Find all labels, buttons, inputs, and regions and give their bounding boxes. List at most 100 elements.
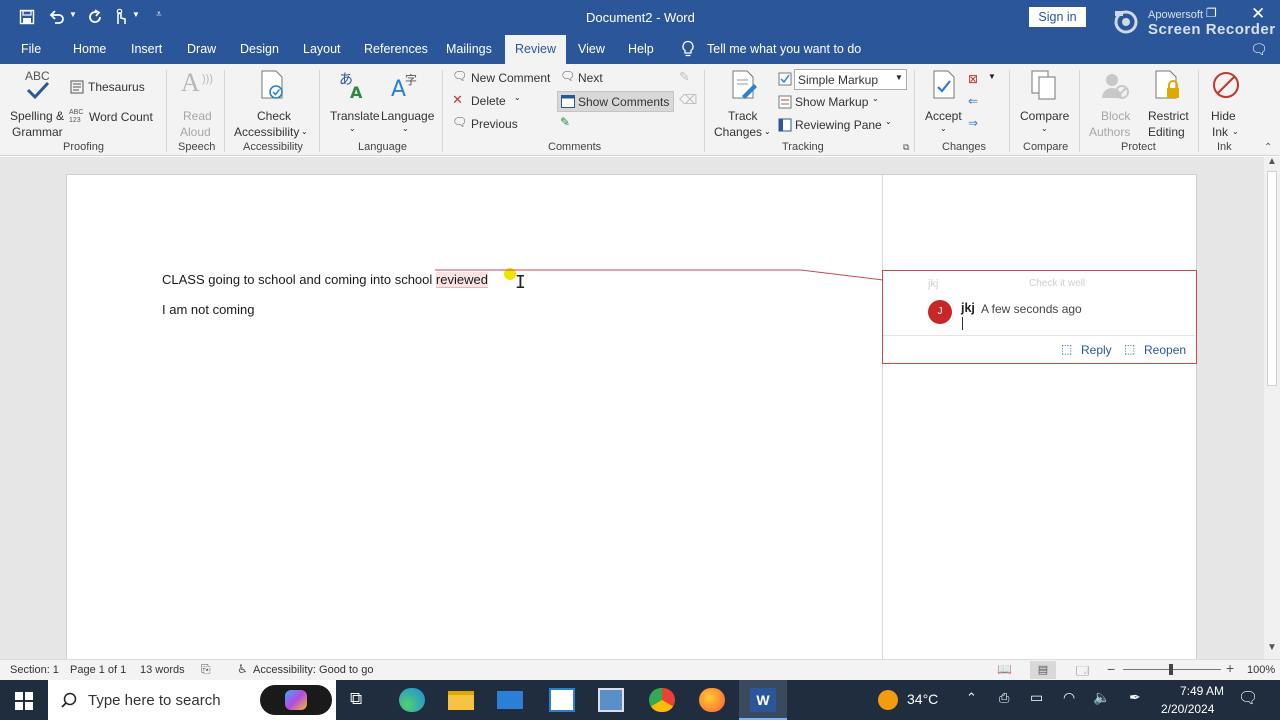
weather-icon[interactable] <box>878 690 898 710</box>
reviewing-pane-button[interactable]: Reviewing Pane ⌄ <box>778 116 896 136</box>
close-icon[interactable]: ✕ <box>1251 4 1265 24</box>
volume-icon[interactable]: 🔈 <box>1093 689 1110 706</box>
zoom-in-icon[interactable]: + <box>1226 660 1234 676</box>
sign-in-button[interactable]: Sign in <box>1029 7 1086 27</box>
hide-ink-button[interactable]: Hide Ink ⌄ <box>1204 68 1248 139</box>
resolve-comment-icon[interactable]: ✎ <box>560 115 570 129</box>
show-hidden-icons-icon[interactable]: ⌃ <box>966 690 977 706</box>
chevron-down-icon: ⌄ <box>872 94 879 103</box>
tab-insert[interactable]: Insert <box>131 42 162 56</box>
tab-file[interactable]: File <box>21 42 41 56</box>
pen-icon[interactable]: ✒ <box>1129 689 1141 706</box>
section-status[interactable]: Section: 1 <box>10 664 59 676</box>
next-change-icon[interactable]: ⇒ <box>968 116 978 130</box>
copilot-icon[interactable] <box>260 685 332 715</box>
reopen-button[interactable]: ⬚ Reopen <box>1124 342 1190 360</box>
tab-view[interactable]: View <box>578 42 605 56</box>
track-changes-button[interactable]: Track Changes ⌄ <box>712 68 772 139</box>
zoom-level[interactable]: 100% <box>1247 664 1275 676</box>
tab-help[interactable]: Help <box>628 42 654 56</box>
accept-button[interactable]: Accept ⌄ <box>922 68 966 136</box>
word-count-status[interactable]: 13 words <box>140 664 185 676</box>
tab-references[interactable]: References <box>364 42 428 56</box>
document-page[interactable]: CLASS going to school and coming into sc… <box>66 174 1197 665</box>
tab-draw[interactable]: Draw <box>187 42 216 56</box>
notifications-icon[interactable]: 🗨 <box>1238 688 1258 708</box>
reply-icon: ⬚ <box>1061 342 1073 356</box>
firefox-icon[interactable] <box>699 688 725 712</box>
delete-comment-button[interactable]: ✕ Delete ⌄ <box>452 92 526 112</box>
remote-desktop-icon[interactable] <box>598 688 624 712</box>
restrict-editing-button[interactable]: Restrict Editing <box>1144 68 1192 139</box>
weather-temperature[interactable]: 34°C <box>907 691 938 707</box>
word-count-icon: ABC 123 <box>69 109 84 124</box>
chrome-icon[interactable] <box>649 688 675 712</box>
mail-icon[interactable] <box>497 691 523 709</box>
restore-icon[interactable]: ❐ <box>1206 6 1217 20</box>
chevron-down-icon[interactable]: ▼ <box>988 72 996 81</box>
scroll-thumb[interactable] <box>1267 171 1277 386</box>
dialog-launcher-icon[interactable]: ⧉ <box>903 142 909 153</box>
scroll-down-icon[interactable]: ▼ <box>1267 642 1277 653</box>
tab-design[interactable]: Design <box>240 42 279 56</box>
previous-comment-button[interactable]: 🗨 Previous <box>452 115 526 135</box>
tab-home[interactable]: Home <box>73 42 106 56</box>
accessibility-status-icon: ♿ <box>237 662 248 676</box>
translate-button[interactable]: あA Translate ⌄ <box>328 68 380 136</box>
tab-review[interactable]: Review <box>505 35 566 64</box>
comment-card[interactable]: jkj Check it well J jkj A few seconds ag… <box>882 270 1197 364</box>
clock-time[interactable]: 7:49 AM <box>1169 684 1224 698</box>
previous-change-icon[interactable]: ⇐ <box>968 94 978 108</box>
taskbar-search-box[interactable]: Type here to search <box>48 680 336 720</box>
zoom-slider-thumb[interactable] <box>1169 664 1173 675</box>
reject-icon[interactable]: ⊠ <box>968 72 978 86</box>
spelling-grammar-button[interactable]: ABC Spelling & Grammar <box>8 68 68 139</box>
windows-taskbar: Type here to search ⧉ W 34°C ⌃ ⎙ ▭ ◠ 🔈 ✒… <box>0 680 1280 720</box>
document-line-2[interactable]: I am not coming <box>162 302 255 317</box>
touch-dropdown-icon[interactable]: ▼ <box>132 10 140 19</box>
comments-pane-icon[interactable]: 🗨 <box>1250 41 1268 58</box>
markup-select[interactable]: Simple Markup ▼ <box>794 69 907 90</box>
scroll-up-icon[interactable]: ▲ <box>1267 156 1277 167</box>
read-aloud-button[interactable]: A ))) Read Aloud <box>174 68 218 139</box>
collapse-ribbon-icon[interactable]: ⌃ <box>1264 142 1272 153</box>
proofing-status-icon[interactable]: ⎘ <box>201 662 211 677</box>
reply-button[interactable]: ⬚ Reply <box>1061 342 1113 360</box>
next-comment-button[interactable]: 🗨 Next <box>560 69 620 89</box>
windows-start-icon[interactable] <box>15 692 33 710</box>
print-layout-icon[interactable]: ▤ <box>1030 661 1056 679</box>
zoom-out-icon[interactable]: − <box>1107 661 1115 677</box>
accessibility-status[interactable]: Accessibility: Good to go <box>253 664 373 676</box>
customize-qat-icon[interactable]: ⩡ <box>156 9 162 20</box>
undo-dropdown-icon[interactable]: ▼ <box>69 10 77 19</box>
page-status[interactable]: Page 1 of 1 <box>70 664 126 676</box>
comment-edit-caret[interactable] <box>962 317 963 330</box>
show-markup-button[interactable]: Show Markup ⌄ <box>778 93 888 113</box>
block-authors-button[interactable]: Block Authors <box>1087 68 1141 139</box>
compare-button[interactable]: Compare ⌄ <box>1016 68 1072 136</box>
edge-icon[interactable] <box>399 688 425 712</box>
language-button[interactable]: A字 Language ⌄ <box>379 68 435 136</box>
show-comments-button[interactable]: Show Comments <box>557 91 674 112</box>
read-mode-icon[interactable]: 📖 <box>997 662 1012 676</box>
meet-now-icon[interactable]: ⎙ <box>999 690 1009 706</box>
store-icon[interactable] <box>549 688 575 712</box>
repeat-icon[interactable] <box>86 8 104 26</box>
task-view-icon[interactable]: ⧉ <box>350 689 362 709</box>
file-explorer-icon[interactable] <box>448 691 474 710</box>
touch-mode-icon[interactable] <box>112 8 128 26</box>
tab-layout[interactable]: Layout <box>303 42 341 56</box>
word-taskbar-button[interactable]: W <box>739 680 787 720</box>
clock-date[interactable]: 2/20/2024 <box>1161 702 1214 716</box>
wifi-icon[interactable]: ◠ <box>1063 689 1075 706</box>
new-comment-button[interactable]: 🗨 New Comment <box>452 69 552 89</box>
word-count-button[interactable]: ABC 123 Word Count <box>69 109 159 129</box>
thesaurus-button[interactable]: Thesaurus <box>69 78 149 98</box>
tell-me-search[interactable]: Tell me what you want to do <box>707 42 861 56</box>
vertical-scrollbar[interactable]: ▲ ▼ <box>1264 156 1280 659</box>
save-icon[interactable] <box>19 9 35 25</box>
undo-icon[interactable] <box>48 8 66 26</box>
battery-icon[interactable]: ▭ <box>1030 689 1043 706</box>
check-accessibility-button[interactable]: Check Accessibility ⌄ <box>232 68 310 139</box>
tab-mailings[interactable]: Mailings <box>446 42 492 56</box>
